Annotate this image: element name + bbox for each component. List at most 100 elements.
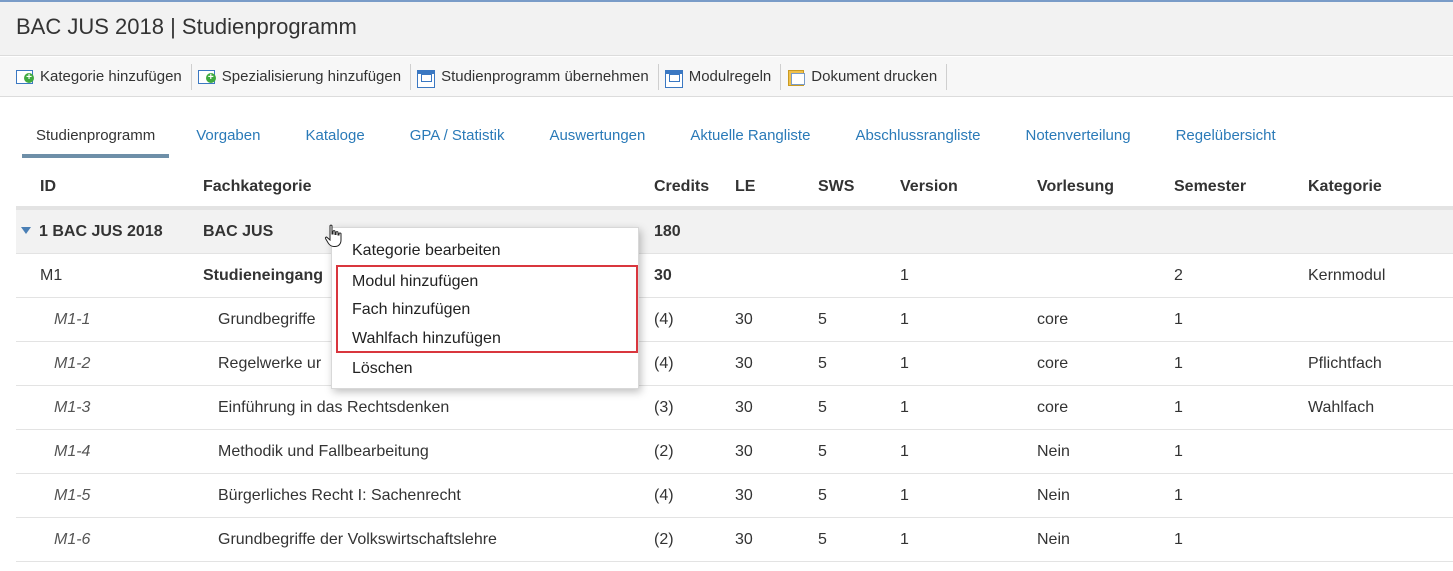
row-id-cell: M1-2 (54, 355, 91, 372)
column-header-le[interactable]: LE (735, 178, 755, 196)
print-icon (787, 69, 806, 86)
menu-item-add-module[interactable]: Modul hinzufügen (352, 273, 478, 291)
adopt-program-button[interactable]: Studienprogramm übernehmen (411, 63, 659, 90)
menu-item-add-subject[interactable]: Fach hinzufügen (352, 301, 470, 319)
tab-auswertungen[interactable]: Auswertungen (543, 114, 651, 158)
row-vorlesung-cell: Nein (1037, 443, 1070, 460)
row-credits-cell: (4) (654, 355, 674, 372)
menu-item-delete[interactable]: Löschen (352, 360, 413, 378)
print-document-label: Dokument drucken (811, 68, 938, 85)
row-version-cell: 1 (900, 443, 909, 460)
row-sws-cell: 5 (818, 487, 827, 504)
row-id-cell: M1 (40, 267, 63, 284)
tab-abschlussrangliste[interactable]: Abschlussrangliste (849, 114, 986, 158)
page-title: BAC JUS 2018 | Studienprogramm (16, 14, 357, 39)
row-le-cell: 30 (735, 399, 753, 416)
row-version-cell: 1 (900, 355, 909, 372)
row-vorlesung-cell: core (1037, 311, 1069, 328)
adopt-program-label: Studienprogramm übernehmen (441, 68, 649, 85)
row-credits-cell: (3) (654, 399, 674, 416)
row-version-cell: 1 (900, 311, 909, 328)
table-row[interactable]: M1-5 Bürgerliches Recht I: Sachenrecht (… (16, 474, 1453, 518)
row-id-cell: M1-4 (54, 443, 91, 460)
row-sws-cell: 5 (818, 399, 827, 416)
row-version-cell: 1 (900, 487, 909, 504)
table-row[interactable]: M1-2 Regelwerke ur (4) 30 5 1 core 1 Pfl… (16, 342, 1453, 386)
row-id-cell: 1 BAC JUS 2018 (21, 223, 163, 241)
module-rules-button[interactable]: Modulregeln (659, 63, 782, 90)
column-header-vorlesung[interactable]: Vorlesung (1037, 178, 1114, 196)
row-vorlesung-cell: core (1037, 355, 1069, 372)
row-credits-cell: (2) (654, 443, 674, 460)
row-credits-cell: 30 (654, 267, 672, 284)
row-semester-cell: 1 (1174, 311, 1183, 328)
tab-gpa-statistik[interactable]: GPA / Statistik (404, 114, 511, 158)
row-kategorie-cell: Kernmodul (1308, 267, 1386, 284)
row-semester-cell: 1 (1174, 531, 1183, 548)
row-sws-cell: 5 (818, 531, 827, 548)
row-credits-cell: (4) (654, 487, 674, 504)
row-vorlesung-cell: core (1037, 399, 1069, 416)
column-header-kategorie[interactable]: Kategorie (1308, 178, 1382, 196)
column-header-version[interactable]: Version (900, 178, 958, 196)
table-row[interactable]: M1-4 Methodik und Fallbearbeitung (2) 30… (16, 430, 1453, 474)
tab-notenverteilung[interactable]: Notenverteilung (1020, 114, 1137, 158)
column-header-id[interactable]: ID (40, 178, 56, 196)
tab-kataloge[interactable]: Kataloge (299, 114, 370, 158)
chevron-down-icon[interactable] (21, 227, 31, 234)
row-le-cell: 30 (735, 443, 753, 460)
row-fachkategorie-cell: Einführung in das Rechtsdenken (218, 399, 450, 416)
table-row[interactable]: M1-3 Einführung in das Rechtsdenken (3) … (16, 386, 1453, 430)
row-semester-cell: 1 (1174, 399, 1183, 416)
row-credits-cell: 180 (654, 223, 681, 240)
row-sws-cell: 5 (818, 311, 827, 328)
row-le-cell: 30 (735, 355, 753, 372)
tab-bar: Studienprogramm Vorgaben Kataloge GPA / … (22, 114, 1315, 158)
program-grid: ID Fachkategorie Credits LE SWS Version … (16, 166, 1453, 562)
row-vorlesung-cell: Nein (1037, 487, 1070, 504)
table-row[interactable]: M1-1 Grundbegriffe (4) 30 5 1 core 1 (16, 298, 1453, 342)
row-fachkategorie-cell: Regelwerke ur (218, 355, 322, 372)
row-id-cell: M1-1 (54, 311, 91, 328)
menu-item-add-elective[interactable]: Wahlfach hinzufügen (352, 330, 501, 348)
window-icon (664, 69, 683, 88)
row-le-cell: 30 (735, 487, 753, 504)
tab-regeluebersicht[interactable]: Regelübersicht (1170, 114, 1282, 158)
row-id-cell: M1-3 (54, 399, 91, 416)
add-specialization-button[interactable]: Spezialisierung hinzufügen (192, 63, 412, 90)
add-specialization-label: Spezialisierung hinzufügen (221, 68, 402, 85)
row-kategorie-cell: Wahlfach (1308, 399, 1375, 416)
table-row-group[interactable]: 1 BAC JUS 2018 BAC JUS 180 (16, 210, 1453, 254)
toolbar: Kategorie hinzufügen Spezialisierung hin… (0, 57, 1453, 97)
hand-cursor-icon (324, 224, 342, 247)
table-row[interactable]: M1 Studieneingang 30 1 2 Kernmodul (16, 254, 1453, 298)
column-header-semester[interactable]: Semester (1174, 178, 1246, 196)
grid-header: ID Fachkategorie Credits LE SWS Version … (16, 166, 1453, 210)
row-fachkategorie-cell: Bürgerliches Recht I: Sachenrecht (218, 487, 461, 504)
print-document-button[interactable]: Dokument drucken (781, 63, 948, 90)
row-vorlesung-cell: Nein (1037, 531, 1070, 548)
add-category-icon (16, 69, 34, 85)
add-category-label: Kategorie hinzufügen (40, 68, 182, 85)
window-icon (417, 69, 436, 88)
row-fachkategorie-cell: Grundbegriffe (218, 311, 316, 328)
column-header-fachkategorie[interactable]: Fachkategorie (203, 178, 311, 196)
column-header-sws[interactable]: SWS (818, 178, 854, 196)
column-header-credits[interactable]: Credits (654, 178, 709, 196)
row-sws-cell: 5 (818, 355, 827, 372)
row-credits-cell: (2) (654, 531, 674, 548)
row-le-cell: 30 (735, 531, 753, 548)
row-fachkategorie-cell: Grundbegriffe der Volkswirtschaftslehre (218, 531, 497, 548)
row-fachkategorie-cell: BAC JUS (203, 223, 274, 240)
row-id-cell: M1-5 (54, 487, 91, 504)
tab-vorgaben[interactable]: Vorgaben (190, 114, 266, 158)
table-row[interactable]: M1-6 Grundbegriffe der Volkswirtschaftsl… (16, 518, 1453, 562)
row-semester-cell: 1 (1174, 355, 1183, 372)
tab-aktuelle-rangliste[interactable]: Aktuelle Rangliste (684, 114, 816, 158)
tab-studienprogramm[interactable]: Studienprogramm (22, 114, 170, 158)
row-version-cell: 1 (900, 399, 909, 416)
add-category-button[interactable]: Kategorie hinzufügen (10, 63, 192, 90)
row-credits-cell: (4) (654, 311, 674, 328)
row-semester-cell: 1 (1174, 487, 1183, 504)
menu-item-edit-category[interactable]: Kategorie bearbeiten (352, 242, 501, 260)
